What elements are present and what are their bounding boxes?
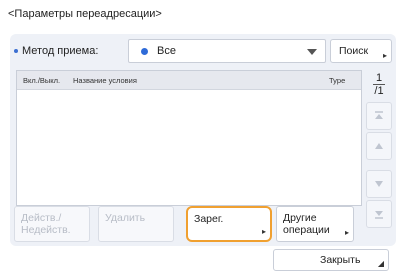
selected-bullet-icon [141, 48, 148, 55]
column-condition-name: Название условия [73, 76, 137, 85]
receive-method-text: Метод приема: [22, 45, 99, 57]
page-current: 1 [375, 72, 383, 84]
page-total: /1 [373, 84, 385, 97]
other-label-line1: Другие [283, 212, 317, 224]
down-arrow-icon [375, 181, 383, 187]
other-operations-button[interactable]: Другие операции ▸ [276, 206, 354, 242]
toggle-label-line1: Действ./ [21, 212, 62, 224]
column-type: Type [329, 76, 346, 85]
other-label-line2: операции [283, 224, 330, 236]
register-label: Зарег. [194, 213, 224, 225]
conditions-list[interactable]: Вкл./Выкл. Название условия Type [16, 70, 362, 206]
page-down-button[interactable] [366, 170, 392, 198]
close-button-label: Закрыть [320, 254, 361, 266]
corner-arrow-icon: ▸ [382, 51, 387, 60]
last-page-icon [375, 211, 383, 219]
search-button[interactable]: Поиск ▸ [330, 39, 392, 63]
forwarding-panel: Метод приема: Все Поиск ▸ Вкл./Выкл. Наз… [10, 34, 396, 246]
receive-method-value: Все [157, 45, 176, 57]
page-title: <Параметры переадресации> [8, 8, 162, 20]
corner-arrow-icon: ◢ [377, 259, 384, 268]
receive-method-select[interactable]: Все [128, 39, 326, 63]
delete-label: Удалить [105, 212, 146, 224]
delete-button[interactable]: Удалить [98, 206, 174, 242]
corner-arrow-icon: ▸ [344, 228, 349, 237]
last-page-button[interactable] [366, 200, 392, 228]
toggle-label-line2: Недейств. [21, 224, 71, 236]
search-button-label: Поиск [339, 45, 369, 57]
first-page-button[interactable] [366, 102, 392, 130]
column-on-off: Вкл./Выкл. [23, 76, 61, 85]
receive-method-label: Метод приема: [14, 45, 98, 57]
first-page-icon [375, 111, 383, 119]
dropdown-arrow-icon [307, 49, 317, 55]
close-button[interactable]: Закрыть ◢ [273, 249, 389, 271]
register-button[interactable]: Зарег. ▸ [186, 206, 272, 242]
up-arrow-icon [375, 143, 383, 149]
list-header: Вкл./Выкл. Название условия Type [17, 71, 361, 90]
toggle-enable-button[interactable]: Действ./ Недейств. [14, 206, 90, 242]
corner-arrow-icon: ▸ [261, 227, 266, 236]
page-up-button[interactable] [366, 132, 392, 160]
required-dot [14, 49, 18, 54]
page-indicator: 1 /1 [368, 72, 390, 97]
